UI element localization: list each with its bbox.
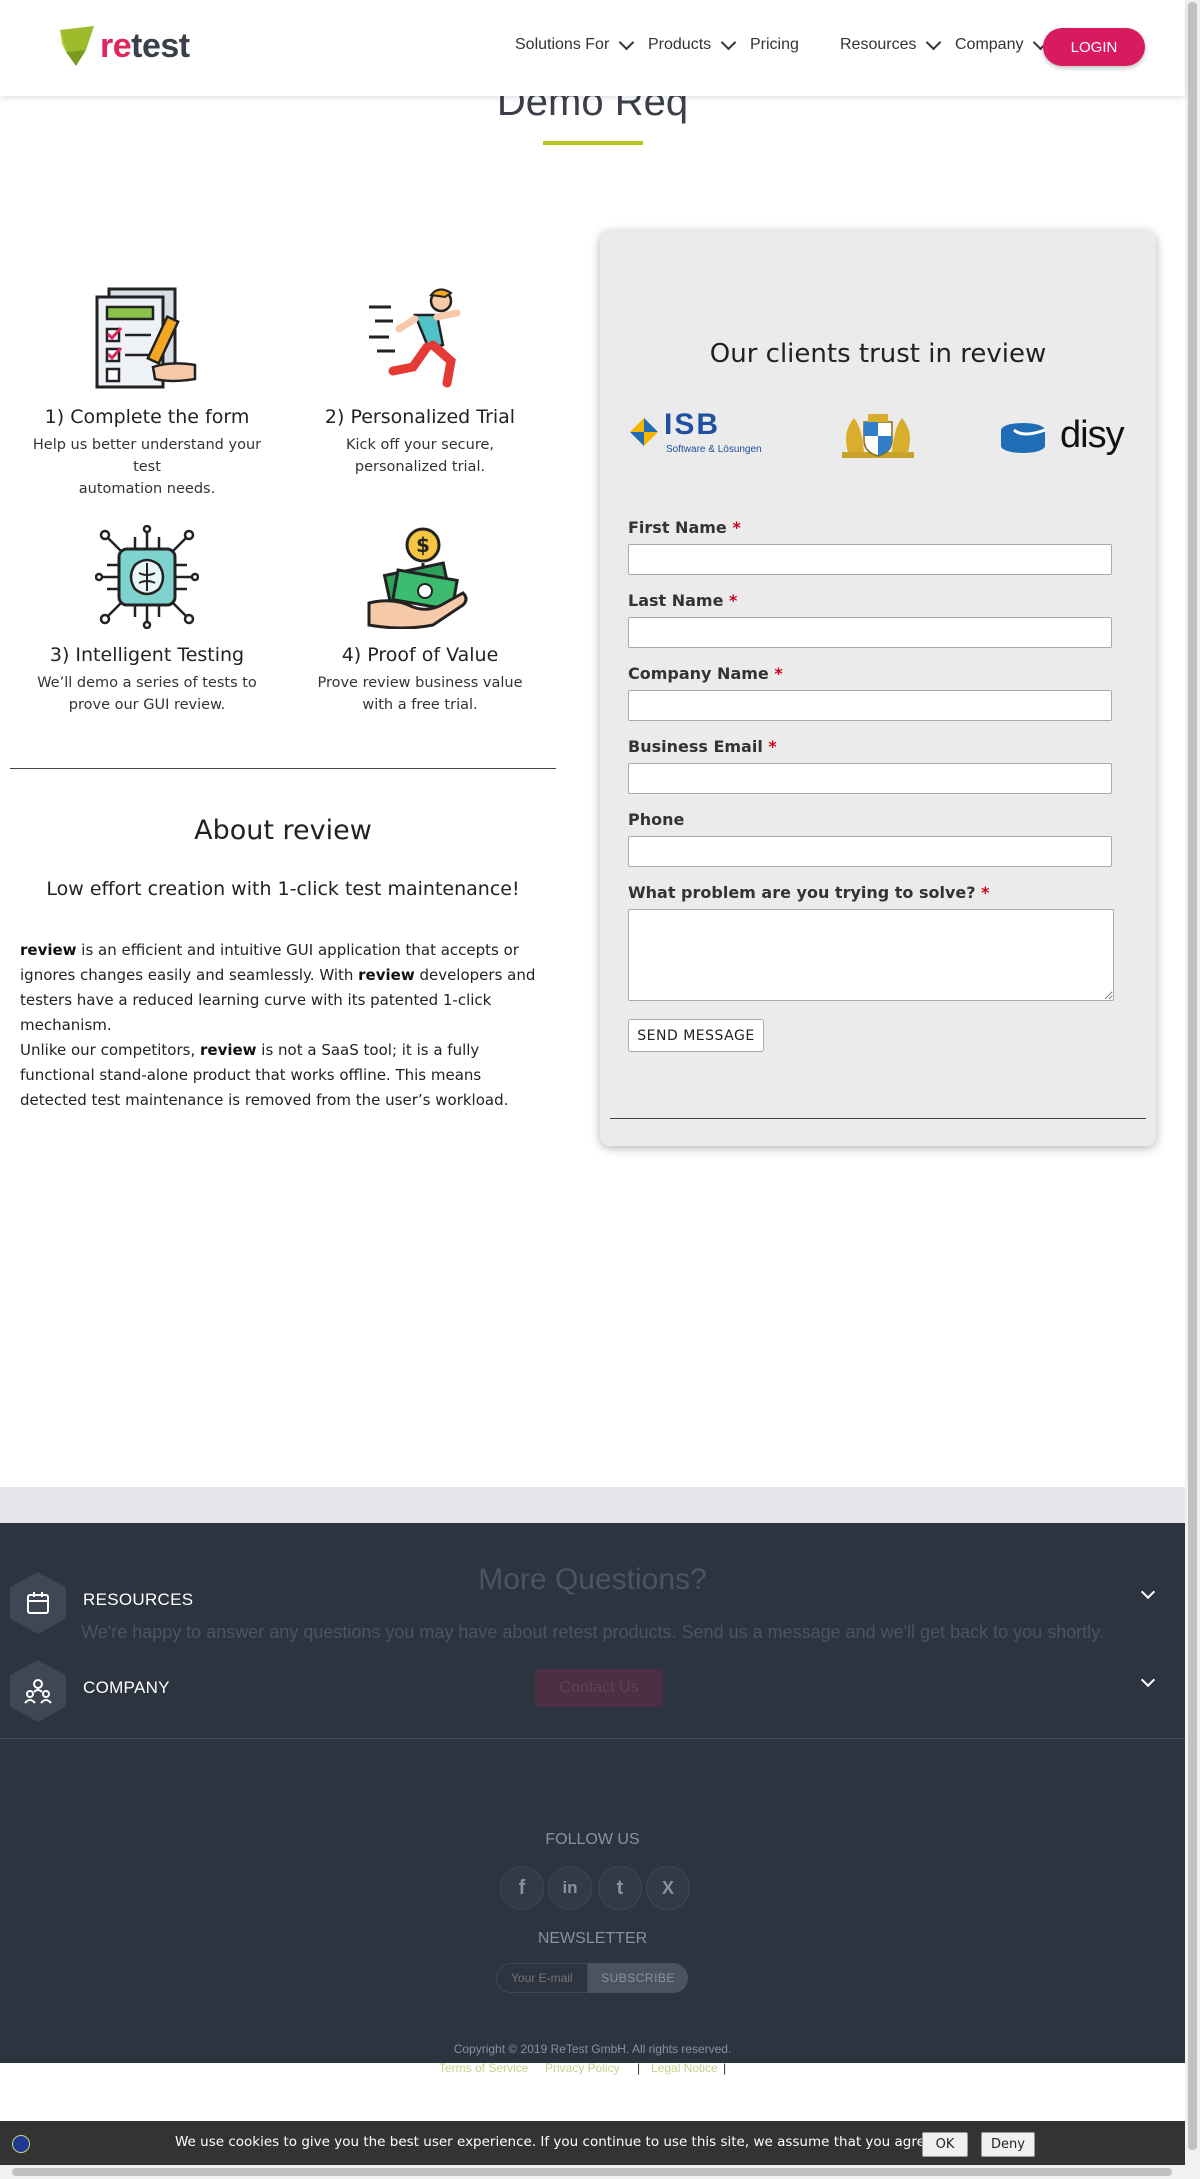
last-name-label: Last Name * [628,591,738,610]
first-name-label: First Name * [628,518,741,537]
legal-notice-link[interactable]: Legal Notice [651,2061,718,2075]
main-nav: Solutions For Products Pricing Resources… [0,34,1185,60]
cookie-ok-button[interactable]: OK [922,2132,968,2157]
send-message-button[interactable]: SEND MESSAGE [628,1019,764,1052]
client-logo-disy: disy [1000,414,1125,460]
brand-name: review [200,1041,257,1059]
step-3: 3) Intelligent Testing We’ll demo a seri… [17,644,277,716]
isb-mark-icon [630,418,658,446]
about-title: About review [194,815,372,846]
calendar-box-icon [27,1592,49,1614]
step-description: Prove review business value with a free t… [317,675,523,713]
cookie-deny-button[interactable]: Deny [981,2132,1035,2157]
newsletter-title: NEWSLETTER [537,1930,648,1947]
step-description: Help us better understand your test autom… [32,437,262,497]
newsletter-email-input[interactable] [496,1963,588,1993]
business-email-input[interactable] [628,763,1112,794]
vertical-scrollbar-thumb[interactable] [1188,2,1197,2150]
about-paragraph-2: Unlike our competitors, review is not a … [20,1041,509,1109]
chevron-down-icon [926,34,942,51]
nav-label: Pricing [750,36,799,53]
step-description: Kick off your secure, personalized trial. [345,437,494,475]
privacy-link[interactable]: Privacy Policy [545,2061,620,2075]
nav-solutions-for[interactable]: Solutions For [515,34,635,54]
disy-mark-icon [1001,423,1046,453]
nav-label: Solutions For [515,36,610,53]
nav-label: Resources [840,36,917,53]
business-email-label: Business Email * [628,737,777,756]
nav-pricing[interactable]: Pricing [750,36,799,54]
step-2: 2) Personalized Trial Kick off your secu… [290,406,550,478]
step-1: 1) Complete the form Help us better unde… [17,406,277,500]
link-separator: | [723,2061,727,2075]
nav-resources[interactable]: Resources [840,34,942,54]
copyright-text: Copyright © 2019 ReTest GmbH. All rights… [453,2042,732,2056]
disy-name: disy [1060,414,1125,456]
problem-label: What problem are you trying to solve? * [628,883,990,902]
running-person-icon [369,288,461,388]
horizontal-scrollbar-thumb[interactable] [12,2168,1172,2176]
cookie-banner: We use cookies to give you the best user… [0,2121,1185,2165]
site-header: retest Solutions For Products Pricing Re… [0,0,1185,96]
nav-products[interactable]: Products [648,34,737,54]
subscribe-button[interactable]: SUBSCRIBE [588,1963,688,1993]
nav-label: Company [955,36,1024,53]
contact-us-button[interactable]: Contact Us [535,1669,663,1707]
xing-icon[interactable]: X [646,1866,690,1910]
client-logo-isb: ISB Software & Lösungen [630,408,770,458]
company-name-label: Company Name * [628,664,783,683]
chevron-down-icon [618,34,635,51]
bavaria-coat-of-arms-icon [842,414,914,458]
follow-us-title: FOLLOW US [545,1831,640,1848]
nav-company[interactable]: Company [955,34,1049,54]
form-checklist-icon [95,287,197,389]
chevron-down-icon [720,34,737,51]
linkedin-icon[interactable]: in [548,1866,592,1910]
step-description: We’ll demo a series of tests to prove our… [37,675,257,713]
team-icon [24,1679,52,1704]
cookie-text: We use cookies to give you the best user… [175,2134,938,2150]
about-subtitle: Low effort creation with 1-click test ma… [46,878,520,900]
svg-text:$: $ [416,533,430,557]
login-button[interactable]: LOGIN [1043,28,1145,66]
about-paragraph-1: review is an efficient and intuitive GUI… [20,941,536,1034]
card-divider [610,1118,1146,1119]
brain-chip-icon [95,525,199,629]
facebook-icon[interactable]: f [500,1866,544,1910]
first-name-input[interactable] [628,544,1112,575]
footer-divider [0,1738,1185,1739]
phone-input[interactable] [628,836,1112,867]
cookie-settings-icon[interactable] [12,2135,30,2153]
phone-label: Phone [628,810,685,829]
step-title: 1) Complete the form [44,406,250,428]
accordion-resources[interactable]: RESOURCES [83,1590,193,1610]
twitter-icon[interactable]: t [598,1866,642,1910]
terms-link[interactable]: Terms of Service [439,2061,528,2075]
last-name-input[interactable] [628,617,1112,648]
demo-request-card: Our clients trust in review ISB Software… [600,231,1156,1146]
isb-subtitle: Software & Lösungen [666,444,762,455]
money-hand-icon: $ [367,527,468,629]
step-title: 3) Intelligent Testing [49,644,245,666]
clients-title: Our clients trust in review [709,339,1047,369]
accordion-company[interactable]: COMPANY [83,1678,170,1698]
title-underline [543,141,643,145]
isb-name: ISB [664,408,721,441]
cta-text: We're happy to answer any questions you … [81,1622,1104,1642]
link-separator: | [637,2061,641,2075]
brand-name: review [358,966,415,984]
step-title: 2) Personalized Trial [324,406,516,428]
footer-top-band [0,1487,1185,1523]
company-name-input[interactable] [628,690,1112,721]
problem-textarea[interactable] [628,909,1114,1001]
section-divider [10,768,556,769]
step-4: 4) Proof of Value Prove review business … [290,644,550,716]
brand-name: review [20,941,77,959]
nav-label: Products [648,36,712,53]
step-title: 4) Proof of Value [341,644,499,666]
